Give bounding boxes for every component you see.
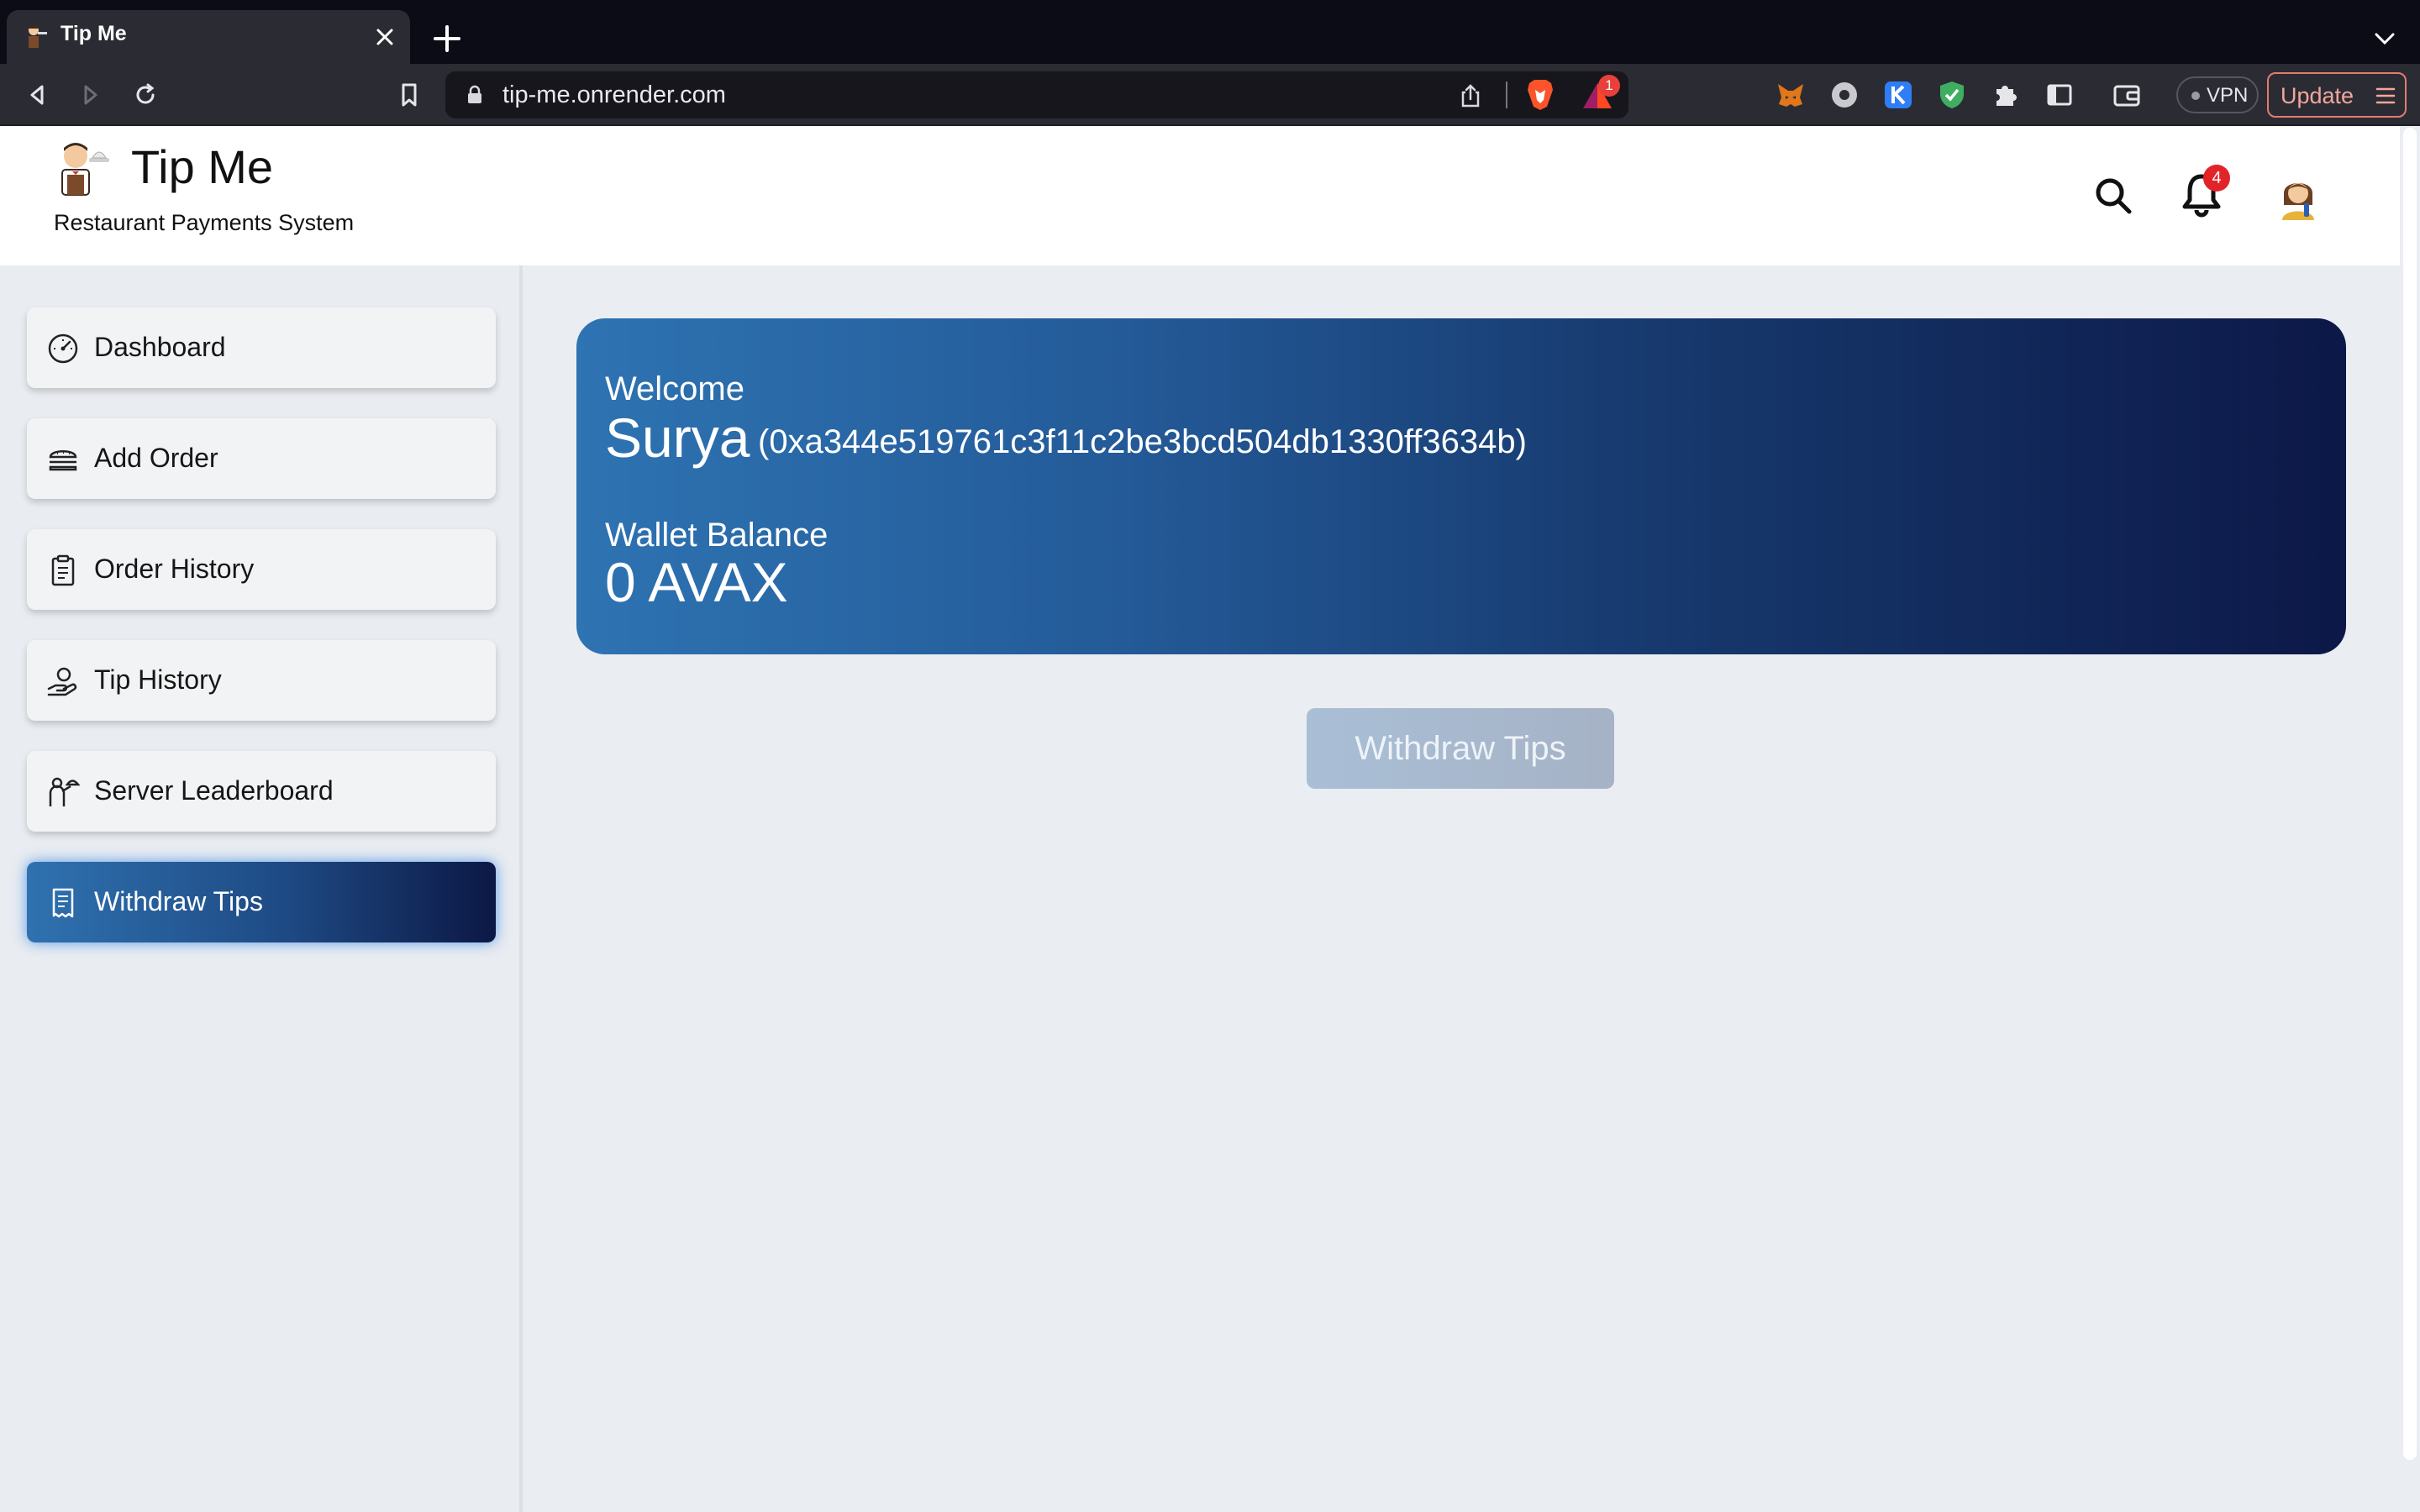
page-scrollbar[interactable] [2400,126,2420,1512]
waiter-favicon-icon [29,25,47,48]
receipt-icon [52,888,74,918]
rewards-badge: 1 [1598,75,1620,97]
app-title: Tip Me [131,140,274,193]
user-avatar[interactable] [2275,171,2321,220]
address-bar-divider [1506,81,1507,108]
sidebar-item-label: Withdraw Tips [94,886,263,916]
puzzle-extensions-icon[interactable] [1990,79,2022,111]
browser-toolbar: tip-me.onrender.com 1 VPN Update [0,64,2420,126]
brave-shields-icon[interactable] [1524,78,1556,112]
sidebar-item-label: Tip History [94,664,222,695]
hamburger-menu-icon [2375,87,2396,104]
update-label: Update [2281,83,2354,108]
waiter-logo-icon [61,143,109,196]
close-tab-icon[interactable] [371,24,398,50]
k-extension-icon[interactable] [1882,79,1914,111]
wallet-address: (0xa344e519761c3f11c2be3bcd504db1330ff36… [758,423,1527,460]
browser-tab-strip: Tip Me [0,0,2420,64]
welcome-card: Welcome Surya (0xa344e519761c3f11c2be3bc… [576,318,2346,654]
share-icon[interactable] [1459,83,1482,108]
tab-title: Tip Me [60,22,127,45]
sidebar-item-label: Server Leaderboard [94,775,334,806]
sidebar-item-tip-history[interactable]: Tip History [27,640,496,721]
sidebar: Dashboard Add Order Order History Tip Hi… [0,265,523,1512]
notification-badge: 4 [2203,165,2230,192]
shield-check-icon[interactable] [1936,79,1968,111]
sidebar-toggle-icon[interactable] [2044,79,2075,111]
update-button[interactable]: Update [2267,72,2407,118]
reload-icon[interactable] [131,81,160,109]
burger-icon [49,450,77,471]
welcome-label: Welcome [605,370,744,407]
hand-coin-icon [47,667,77,696]
browser-tab[interactable]: Tip Me [7,10,410,64]
sidebar-item-order-history[interactable]: Order History [27,529,496,610]
scrollbar-thumb[interactable] [2403,128,2417,1460]
vpn-status-dot [2191,92,2200,100]
gauge-icon [48,333,78,364]
app-header: Tip Me Restaurant Payments System 4 [0,126,2420,265]
wallet-balance-value: 0 AVAX [605,551,788,613]
vpn-label: VPN [2207,84,2249,107]
sidebar-item-label: Dashboard [94,332,226,362]
lock-icon [468,85,481,103]
withdraw-tips-button[interactable]: Withdraw Tips [1307,708,1614,789]
sidebar-item-label: Add Order [94,443,218,473]
bookmark-icon[interactable] [395,81,424,109]
sidebar-item-add-order[interactable]: Add Order [27,418,496,499]
new-tab-icon[interactable] [430,22,464,55]
waiter-icon [49,777,81,806]
chevron-down-icon[interactable] [2371,27,2398,50]
back-icon[interactable] [24,81,52,109]
user-name: Surya [605,407,750,469]
url-text: tip-me.onrender.com [502,81,726,108]
forward-icon[interactable] [76,81,104,109]
sidebar-item-label: Order History [94,554,255,584]
wallet-balance-label: Wallet Balance [605,517,829,554]
search-icon[interactable] [2092,175,2134,217]
vpn-button[interactable]: VPN [2176,76,2259,113]
grey-circle-extension-icon[interactable] [1828,79,1860,111]
app-subtitle: Restaurant Payments System [54,210,355,235]
sidebar-item-server-leaderboard[interactable]: Server Leaderboard [27,751,496,832]
wallet-icon[interactable] [2111,79,2143,111]
sidebar-item-dashboard[interactable]: Dashboard [27,307,496,388]
address-bar[interactable]: tip-me.onrender.com 1 [445,71,1628,118]
metamask-fox-icon[interactable] [1775,79,1807,111]
clipboard-icon [51,554,75,586]
sidebar-item-withdraw-tips[interactable]: Withdraw Tips [27,862,496,942]
